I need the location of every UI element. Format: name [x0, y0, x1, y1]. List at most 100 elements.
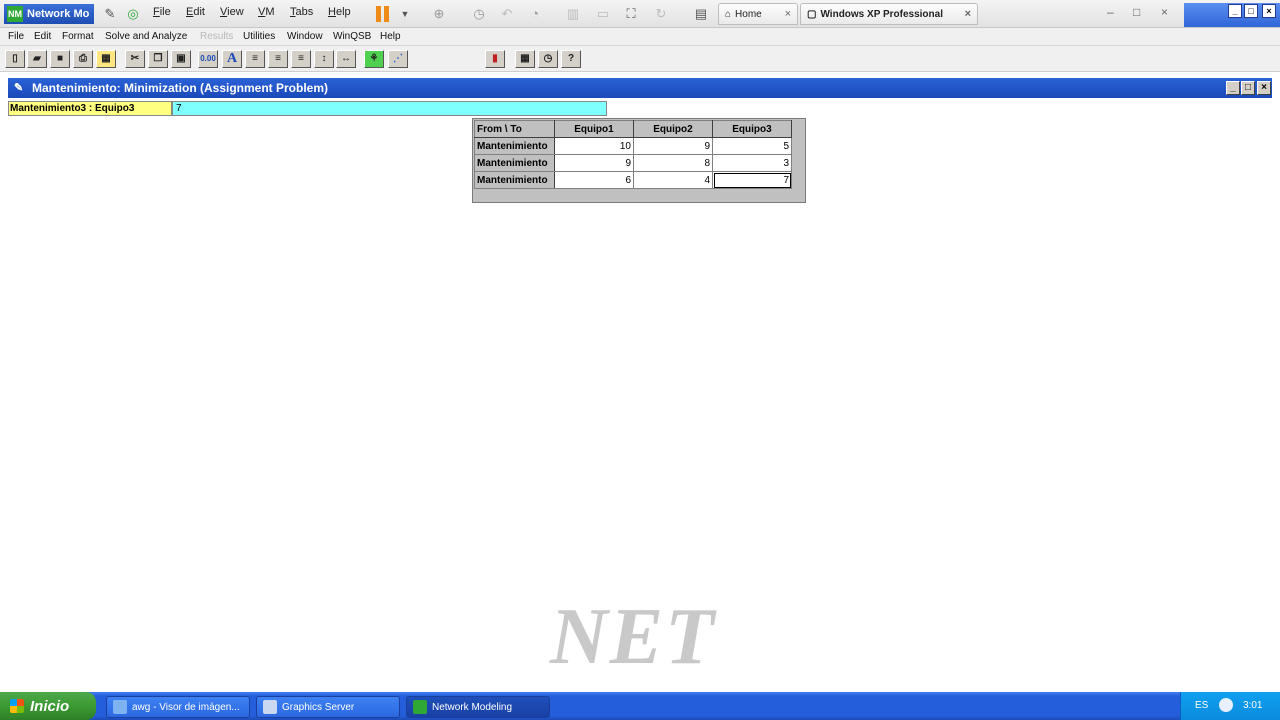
- child-window-titlebar[interactable]: ✎ Mantenimiento: Minimization (Assignmen…: [8, 78, 1272, 98]
- grid-cell[interactable]: 6: [554, 171, 634, 189]
- menu-file[interactable]: File: [8, 31, 24, 42]
- tab-home-label: Home: [735, 8, 762, 20]
- grid-corner-header: From \ To: [474, 120, 555, 138]
- taskbar-item-graphics-server[interactable]: Graphics Server: [256, 696, 400, 718]
- vmware-sidebar-icon[interactable]: ▥: [564, 5, 582, 23]
- menu-winqsb[interactable]: WinQSB: [333, 31, 371, 42]
- menu-format[interactable]: Format: [62, 31, 94, 42]
- vm-menu-help[interactable]: Help: [328, 6, 351, 18]
- child-minimize-button[interactable]: _: [1226, 81, 1240, 95]
- language-indicator[interactable]: ES: [1195, 700, 1208, 711]
- row-header[interactable]: Mantenimiento: [474, 171, 555, 189]
- network-modeling-logo-icon: NM: [7, 6, 23, 22]
- align-right-icon[interactable]: ≡: [291, 50, 311, 68]
- vmware-revert-snapshot-icon[interactable]: ↶: [498, 5, 516, 23]
- grid-cell[interactable]: 8: [633, 154, 713, 172]
- guest-minimize-button[interactable]: _: [1228, 4, 1242, 18]
- vmware-maximize-button[interactable]: □: [1133, 5, 1140, 19]
- grid-cell[interactable]: 5: [712, 137, 792, 155]
- vm-menu-vm[interactable]: VM: [258, 6, 275, 18]
- child-maximize-button[interactable]: □: [1241, 81, 1255, 95]
- print-setup-icon[interactable]: ▦: [96, 50, 116, 68]
- taskbar-item-image-viewer[interactable]: awg - Visor de imágen...: [106, 696, 250, 718]
- chart-icon[interactable]: ▮: [485, 50, 505, 68]
- menu-results: Results: [200, 31, 234, 42]
- grid-cell[interactable]: 10: [554, 137, 634, 155]
- column-header-equipo1[interactable]: Equipo1: [554, 120, 634, 138]
- print-icon[interactable]: ⎙: [73, 50, 93, 68]
- network-modeling-icon: [413, 700, 427, 714]
- table-row: Mantenimiento 6 4 7: [474, 171, 792, 189]
- child-close-button[interactable]: ×: [1257, 81, 1271, 95]
- column-header-equipo2[interactable]: Equipo2: [633, 120, 713, 138]
- vmware-minimize-button[interactable]: –: [1107, 5, 1114, 19]
- tab-home-close-icon[interactable]: ×: [785, 8, 791, 20]
- menu-solve-and-analyze[interactable]: Solve and Analyze: [105, 31, 187, 42]
- vmware-app-badge[interactable]: NM Network Mo: [4, 4, 94, 24]
- vmware-library-icon[interactable]: ▤: [692, 5, 710, 23]
- vmware-edit-icon[interactable]: ✎: [101, 5, 119, 23]
- cut-icon[interactable]: ✂: [125, 50, 145, 68]
- help-icon[interactable]: ?: [561, 50, 581, 68]
- align-left-icon[interactable]: ≡: [245, 50, 265, 68]
- menu-utilities[interactable]: Utilities: [243, 31, 275, 42]
- menu-window[interactable]: Window: [287, 31, 323, 42]
- vmware-fullscreen-icon[interactable]: ⛶: [622, 5, 640, 23]
- menu-edit[interactable]: Edit: [34, 31, 51, 42]
- guest-close-button[interactable]: ×: [1262, 4, 1276, 18]
- start-button-label: Inicio: [30, 697, 70, 715]
- clock-icon[interactable]: ◷: [538, 50, 558, 68]
- solve-icon[interactable]: ⚘: [364, 50, 384, 68]
- graph-icon[interactable]: ⋰: [388, 50, 408, 68]
- guest-maximize-button[interactable]: □: [1244, 4, 1258, 18]
- vmware-console-view-icon[interactable]: ▭: [594, 5, 612, 23]
- vm-menu-file[interactable]: File: [153, 6, 171, 18]
- number-format-icon[interactable]: 0.00: [198, 50, 218, 68]
- cell-entry-input[interactable]: 7: [172, 101, 607, 116]
- image-viewer-icon: [113, 700, 127, 714]
- new-file-icon[interactable]: ▯: [5, 50, 25, 68]
- row-header[interactable]: Mantenimiento: [474, 154, 555, 172]
- vmware-close-button[interactable]: ×: [1161, 5, 1168, 19]
- calculator-icon[interactable]: ▦: [515, 50, 535, 68]
- row-header[interactable]: Mantenimiento: [474, 137, 555, 155]
- start-button[interactable]: Inicio: [0, 692, 96, 720]
- grid-cell[interactable]: 3: [712, 154, 792, 172]
- grid-cell[interactable]: 4: [633, 171, 713, 189]
- system-tray: ES 3:01: [1180, 692, 1280, 720]
- windows-flag-icon: [10, 699, 24, 713]
- vm-menu-view[interactable]: View: [220, 6, 244, 18]
- cell-reference: Mantenimiento3 : Equipo3: [8, 101, 172, 116]
- volume-icon[interactable]: [1219, 698, 1233, 712]
- grid-cell-selected[interactable]: 7: [712, 171, 792, 189]
- column-header-equipo3[interactable]: Equipo3: [712, 120, 792, 138]
- vm-tab-icon: ▢: [807, 8, 817, 20]
- grid-cell[interactable]: 9: [633, 137, 713, 155]
- vmware-unity-icon[interactable]: ↻: [652, 5, 670, 23]
- vmware-snapshot-icon[interactable]: ◷: [470, 5, 488, 23]
- vm-menu-edit[interactable]: Edit: [186, 6, 205, 18]
- row-height-icon[interactable]: ↕: [314, 50, 334, 68]
- tab-home[interactable]: ⌂ Home ×: [718, 3, 798, 25]
- taskbar-item-network-modeling[interactable]: Network Modeling: [406, 696, 550, 718]
- save-icon[interactable]: ■: [50, 50, 70, 68]
- vmware-send-keys-icon[interactable]: ⊕: [430, 5, 448, 23]
- copy-icon[interactable]: ❐: [148, 50, 168, 68]
- child-window-title: Mantenimiento: Minimization (Assignment …: [32, 81, 329, 95]
- align-center-icon[interactable]: ≡: [268, 50, 288, 68]
- vmware-snapshot-manager-icon[interactable]: ◔: [526, 5, 544, 23]
- grid-cell[interactable]: 9: [554, 154, 634, 172]
- paste-icon[interactable]: ▣: [171, 50, 191, 68]
- tab-windows-xp-close-icon[interactable]: ×: [965, 8, 971, 20]
- tab-windows-xp[interactable]: ▢ Windows XP Professional ×: [800, 3, 978, 25]
- column-width-icon[interactable]: ↔: [336, 50, 356, 68]
- vmware-pause-dropdown-icon[interactable]: ▼: [396, 5, 414, 23]
- grid-header-row: From \ To Equipo1 Equipo2 Equipo3: [474, 120, 792, 138]
- vmware-home-globe-icon[interactable]: ◎: [124, 5, 142, 23]
- vm-menu-tabs[interactable]: Tabs: [290, 6, 313, 18]
- open-file-icon[interactable]: ▰: [27, 50, 47, 68]
- vmware-pause-icon[interactable]: [376, 6, 390, 22]
- font-icon[interactable]: A: [222, 50, 242, 68]
- menu-help[interactable]: Help: [380, 31, 401, 42]
- table-row: Mantenimiento 9 8 3: [474, 154, 792, 172]
